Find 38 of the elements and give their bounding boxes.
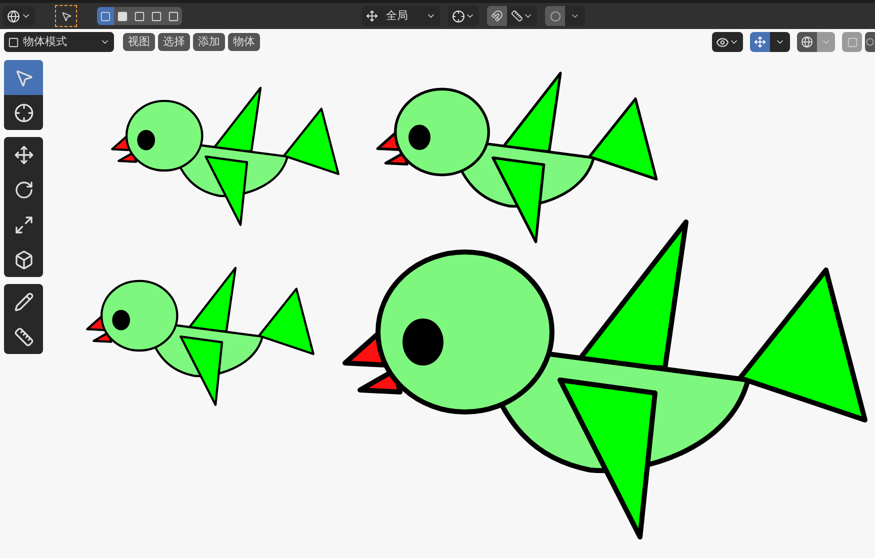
shading-button[interactable] [865, 32, 875, 52]
visibility-button[interactable] [712, 32, 743, 52]
eye-icon [716, 36, 729, 48]
tool-select-button[interactable] [55, 5, 77, 27]
pointer-icon [60, 10, 72, 22]
measure-icon [14, 326, 34, 346]
select-mode-button[interactable] [114, 7, 131, 25]
select-icon [14, 68, 34, 88]
select-mode-button[interactable] [165, 7, 182, 25]
menu-button[interactable]: 选择 [158, 33, 190, 51]
overlay-toggle[interactable] [797, 32, 817, 52]
gizmo-menu-button[interactable] [770, 32, 790, 52]
gizmo-icon [754, 36, 766, 48]
cursor-icon [14, 102, 34, 122]
move-icon [14, 144, 34, 164]
square-icon [134, 10, 145, 22]
snap-target-button[interactable] [507, 6, 537, 26]
orientation-dropdown[interactable]: 全局 [362, 6, 440, 26]
select-mode-button[interactable] [97, 7, 114, 25]
magnet-icon [491, 10, 503, 22]
square-icon [151, 10, 162, 22]
menu-button[interactable]: 添加 [193, 33, 225, 51]
square-icon [100, 10, 111, 22]
mode-dropdown[interactable]: 物体模式 [4, 32, 114, 52]
snap-toggle[interactable] [487, 6, 507, 26]
menu-button[interactable]: 物体 [228, 33, 260, 51]
circle-icon [550, 10, 560, 22]
scale-icon [14, 214, 34, 234]
xray-toggle[interactable] [842, 32, 862, 52]
proportional-editing-toggle[interactable] [545, 6, 565, 26]
transform-pivot-button[interactable] [3, 6, 35, 26]
gizmo-toggle[interactable] [750, 32, 770, 52]
square-icon [168, 10, 179, 22]
rotate-icon [14, 180, 34, 200]
menu-button[interactable]: 视图 [123, 33, 155, 51]
square-icon [117, 10, 128, 22]
pivot-point-button[interactable] [448, 6, 479, 26]
annotate-icon [14, 292, 34, 312]
